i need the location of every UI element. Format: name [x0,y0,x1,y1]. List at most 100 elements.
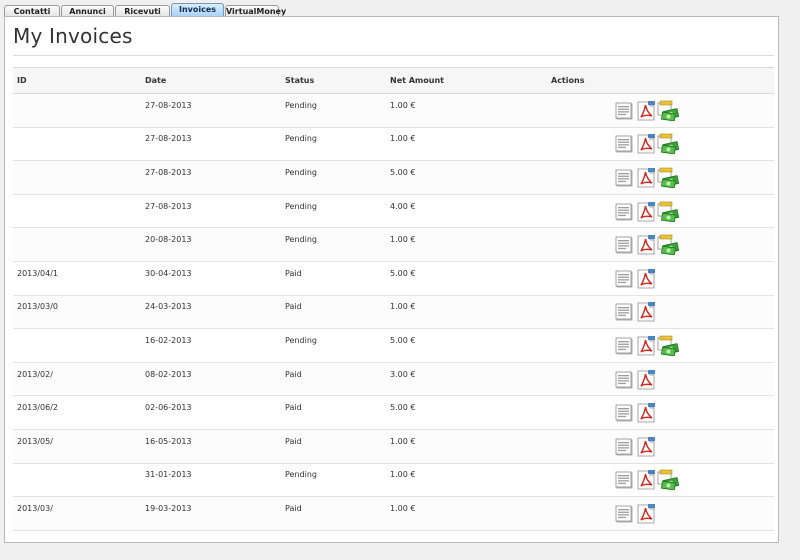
pay-money-icon[interactable] [657,167,679,188]
cell-net-amount: 1.00 € [386,463,547,498]
table-row: 27-08-2013 Pending 5.00 € [13,160,774,195]
header-status: Status [281,67,386,94]
cell-date-text: 27-08-2013 [145,100,192,110]
document-view-icon[interactable] [615,301,635,322]
pay-money-icon[interactable] [657,201,679,222]
pdf-download-icon[interactable] [636,436,656,457]
pdf-download-icon[interactable] [636,503,656,524]
cell-net-amount-text: 5.00 € [390,167,416,177]
cell-date: 31-01-2013 [141,463,281,498]
cell-id-text: 2013/06/2 [17,403,59,413]
cell-status-text: Paid [285,436,302,446]
pdf-download-icon[interactable] [636,201,656,222]
pdf-download-icon[interactable] [636,100,656,121]
cell-net-amount: 5.00 € [386,261,547,296]
pdf-download-icon[interactable] [636,469,656,490]
cell-net-amount-text: 1.00 € [390,503,416,513]
pdf-download-icon[interactable] [636,268,656,289]
cell-actions [547,227,774,262]
cell-net-amount-text: 5.00 € [390,268,416,278]
cell-net-amount: 1.00 € [386,93,547,128]
pdf-download-icon[interactable] [636,369,656,390]
pdf-download-icon[interactable] [636,167,656,188]
cell-status: Pending [281,194,386,229]
cell-date-text: 08-02-2013 [145,369,192,379]
header-date: Date [141,67,281,94]
invoices-table: ID Date Status Net Amount Actions 27-08-… [13,67,774,531]
cell-date: 19-03-2013 [141,496,281,531]
cell-net-amount-text: 1.00 € [390,100,416,110]
cell-id [13,194,141,229]
table-row: 20-08-2013 Pending 1.00 € [13,227,774,262]
cell-actions [547,496,774,531]
cell-status-text: Paid [285,503,302,513]
page-title: My Invoices [13,24,133,48]
cell-status-text: Pending [285,235,317,245]
pdf-download-icon[interactable] [636,133,656,154]
cell-actions [547,395,774,430]
invoices-panel: My Invoices ID Date Status Net Amount Ac… [4,16,779,543]
cell-status: Pending [281,127,386,162]
cell-actions [547,194,774,229]
document-view-icon[interactable] [615,201,635,222]
cell-date-text: 19-03-2013 [145,503,192,513]
cell-date: 02-06-2013 [141,395,281,430]
cell-actions [547,429,774,464]
cell-date: 30-04-2013 [141,261,281,296]
cell-actions [547,261,774,296]
cell-status: Pending [281,328,386,363]
cell-net-amount-text: 3.00 € [390,369,416,379]
document-view-icon[interactable] [615,234,635,255]
pdf-download-icon[interactable] [636,402,656,423]
cell-net-amount: 1.00 € [386,429,547,464]
cell-status-text: Pending [285,470,317,480]
cell-net-amount: 5.00 € [386,328,547,363]
cell-id [13,328,141,363]
cell-id: 2013/04/1 [13,261,141,296]
document-view-icon[interactable] [615,268,635,289]
pdf-download-icon[interactable] [636,335,656,356]
cell-status: Paid [281,395,386,430]
document-view-icon[interactable] [615,167,635,188]
document-view-icon[interactable] [615,100,635,121]
document-view-icon[interactable] [615,436,635,457]
cell-status-text: Paid [285,369,302,379]
document-view-icon[interactable] [615,335,635,356]
document-view-icon[interactable] [615,503,635,524]
cell-id [13,227,141,262]
cell-net-amount: 4.00 € [386,194,547,229]
pdf-download-icon[interactable] [636,301,656,322]
pay-money-icon[interactable] [657,234,679,256]
document-view-icon[interactable] [615,133,635,154]
document-view-icon[interactable] [615,402,635,423]
cell-net-amount-text: 1.00 € [390,302,416,312]
document-view-icon[interactable] [615,469,635,490]
cell-actions [547,463,774,498]
cell-status: Pending [281,463,386,498]
cell-actions [547,295,774,330]
tab-invoices[interactable]: Invoices [171,3,224,17]
header-id: ID [13,67,141,94]
cell-status-text: Pending [285,100,317,110]
cell-status: Paid [281,295,386,330]
cell-net-amount-text: 1.00 € [390,235,416,245]
table-row: 27-08-2013 Pending 1.00 € [13,93,774,128]
pay-money-icon[interactable] [657,133,679,155]
pay-money-icon[interactable] [657,469,679,491]
pay-money-icon[interactable] [657,100,679,121]
cell-status-text: Pending [285,201,317,211]
cell-date: 08-02-2013 [141,362,281,397]
header-actions: Actions [547,67,774,94]
cell-date: 27-08-2013 [141,160,281,195]
cell-net-amount: 1.00 € [386,127,547,162]
document-view-icon[interactable] [615,369,635,390]
cell-net-amount-text: 1.00 € [390,436,416,446]
table-row: 27-08-2013 Pending 1.00 € [13,127,774,162]
pdf-download-icon[interactable] [636,234,656,255]
cell-status-text: Pending [285,335,317,345]
header-net-amount: Net Amount [386,67,547,94]
pay-money-icon[interactable] [657,335,679,356]
cell-date: 16-05-2013 [141,429,281,464]
title-divider [13,55,774,56]
cell-date-text: 16-02-2013 [145,335,192,345]
